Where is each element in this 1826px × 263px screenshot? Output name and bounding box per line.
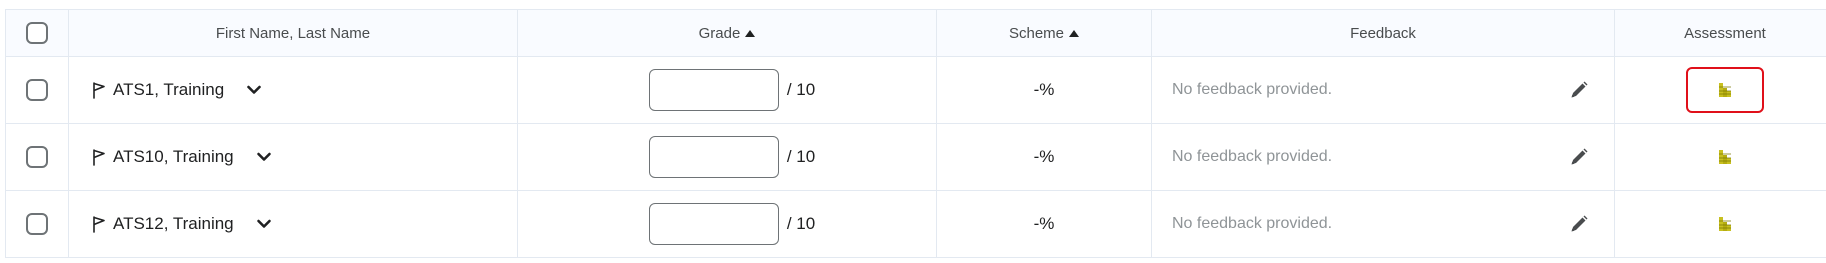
rubric-icon	[1719, 217, 1731, 231]
flag-icon[interactable]	[91, 81, 107, 99]
name-cell: ATS10, Training	[68, 123, 518, 191]
select-all-checkbox[interactable]	[26, 22, 48, 44]
flag-icon[interactable]	[91, 215, 107, 233]
assessment-cell	[1614, 123, 1826, 191]
rubric-icon	[1719, 150, 1731, 164]
feedback-text: No feedback provided.	[1172, 81, 1333, 98]
grade-input[interactable]	[648, 69, 779, 111]
pencil-icon[interactable]	[1569, 80, 1589, 100]
scheme-value: -%	[1033, 147, 1055, 166]
sort-ascending-icon	[1069, 30, 1080, 37]
chevron-down-icon[interactable]	[256, 151, 272, 163]
grade-max-label: / 10	[786, 80, 816, 99]
feedback-cell: No feedback provided.	[1151, 56, 1615, 124]
scheme-value: -%	[1033, 80, 1055, 99]
student-name-link[interactable]: ATS1, Training	[113, 80, 224, 100]
assess-rubric-button[interactable]	[1686, 134, 1764, 180]
grade-input[interactable]	[648, 136, 779, 178]
feedback-column-header: Feedback	[1151, 9, 1615, 57]
scheme-column-header[interactable]: Scheme	[936, 9, 1152, 57]
table-row: ATS10, Training / 10 -% No feedback prov…	[5, 123, 1826, 191]
grade-max-label: / 10	[786, 214, 816, 233]
name-column-header[interactable]: First Name, Last Name	[68, 9, 518, 57]
rubric-icon	[1719, 83, 1731, 97]
grade-cell: / 10	[517, 56, 937, 124]
feedback-column-label: Feedback	[1350, 24, 1416, 42]
grade-input[interactable]	[648, 203, 779, 245]
name-cell: ATS1, Training	[68, 56, 518, 124]
select-all-header	[5, 9, 69, 57]
name-column-label: First Name, Last Name	[215, 24, 371, 42]
student-name-link[interactable]: ATS10, Training	[113, 147, 234, 167]
grade-column-label: Grade	[698, 24, 741, 42]
feedback-cell: No feedback provided.	[1151, 123, 1615, 191]
assessment-column-header: Assessment	[1614, 9, 1826, 57]
grades-table-container: First Name, Last Name Grade Scheme Feedb…	[0, 0, 1826, 263]
grade-cell: / 10	[517, 190, 937, 258]
assessment-cell	[1614, 56, 1826, 124]
assessment-cell	[1614, 190, 1826, 258]
grades-table: First Name, Last Name Grade Scheme Feedb…	[5, 9, 1826, 258]
feedback-cell: No feedback provided.	[1151, 190, 1615, 258]
table-row: ATS12, Training / 10 -% No feedback prov…	[5, 190, 1826, 258]
assess-rubric-button[interactable]	[1686, 201, 1764, 247]
grade-max-label: / 10	[786, 147, 816, 166]
scheme-cell: -%	[936, 190, 1152, 258]
assess-rubric-button[interactable]	[1686, 67, 1764, 113]
row-checkbox[interactable]	[26, 79, 48, 101]
table-row: ATS1, Training / 10 -% No feedback provi…	[5, 56, 1826, 124]
row-select-cell	[5, 123, 69, 191]
chevron-down-icon[interactable]	[246, 84, 262, 96]
grade-column-header[interactable]: Grade	[517, 9, 937, 57]
student-name-link[interactable]: ATS12, Training	[113, 214, 234, 234]
row-select-cell	[5, 56, 69, 124]
chevron-down-icon[interactable]	[256, 218, 272, 230]
name-cell: ATS12, Training	[68, 190, 518, 258]
scheme-cell: -%	[936, 56, 1152, 124]
table-header-row: First Name, Last Name Grade Scheme Feedb…	[5, 9, 1826, 57]
grade-cell: / 10	[517, 123, 937, 191]
scheme-cell: -%	[936, 123, 1152, 191]
feedback-text: No feedback provided.	[1172, 215, 1333, 232]
row-checkbox[interactable]	[26, 146, 48, 168]
assessment-column-label: Assessment	[1684, 24, 1766, 42]
row-select-cell	[5, 190, 69, 258]
sort-ascending-icon	[745, 30, 756, 37]
scheme-column-label: Scheme	[1008, 24, 1065, 42]
flag-icon[interactable]	[91, 148, 107, 166]
scheme-value: -%	[1033, 214, 1055, 233]
row-checkbox[interactable]	[26, 213, 48, 235]
pencil-icon[interactable]	[1569, 214, 1589, 234]
pencil-icon[interactable]	[1569, 147, 1589, 167]
feedback-text: No feedback provided.	[1172, 148, 1333, 165]
